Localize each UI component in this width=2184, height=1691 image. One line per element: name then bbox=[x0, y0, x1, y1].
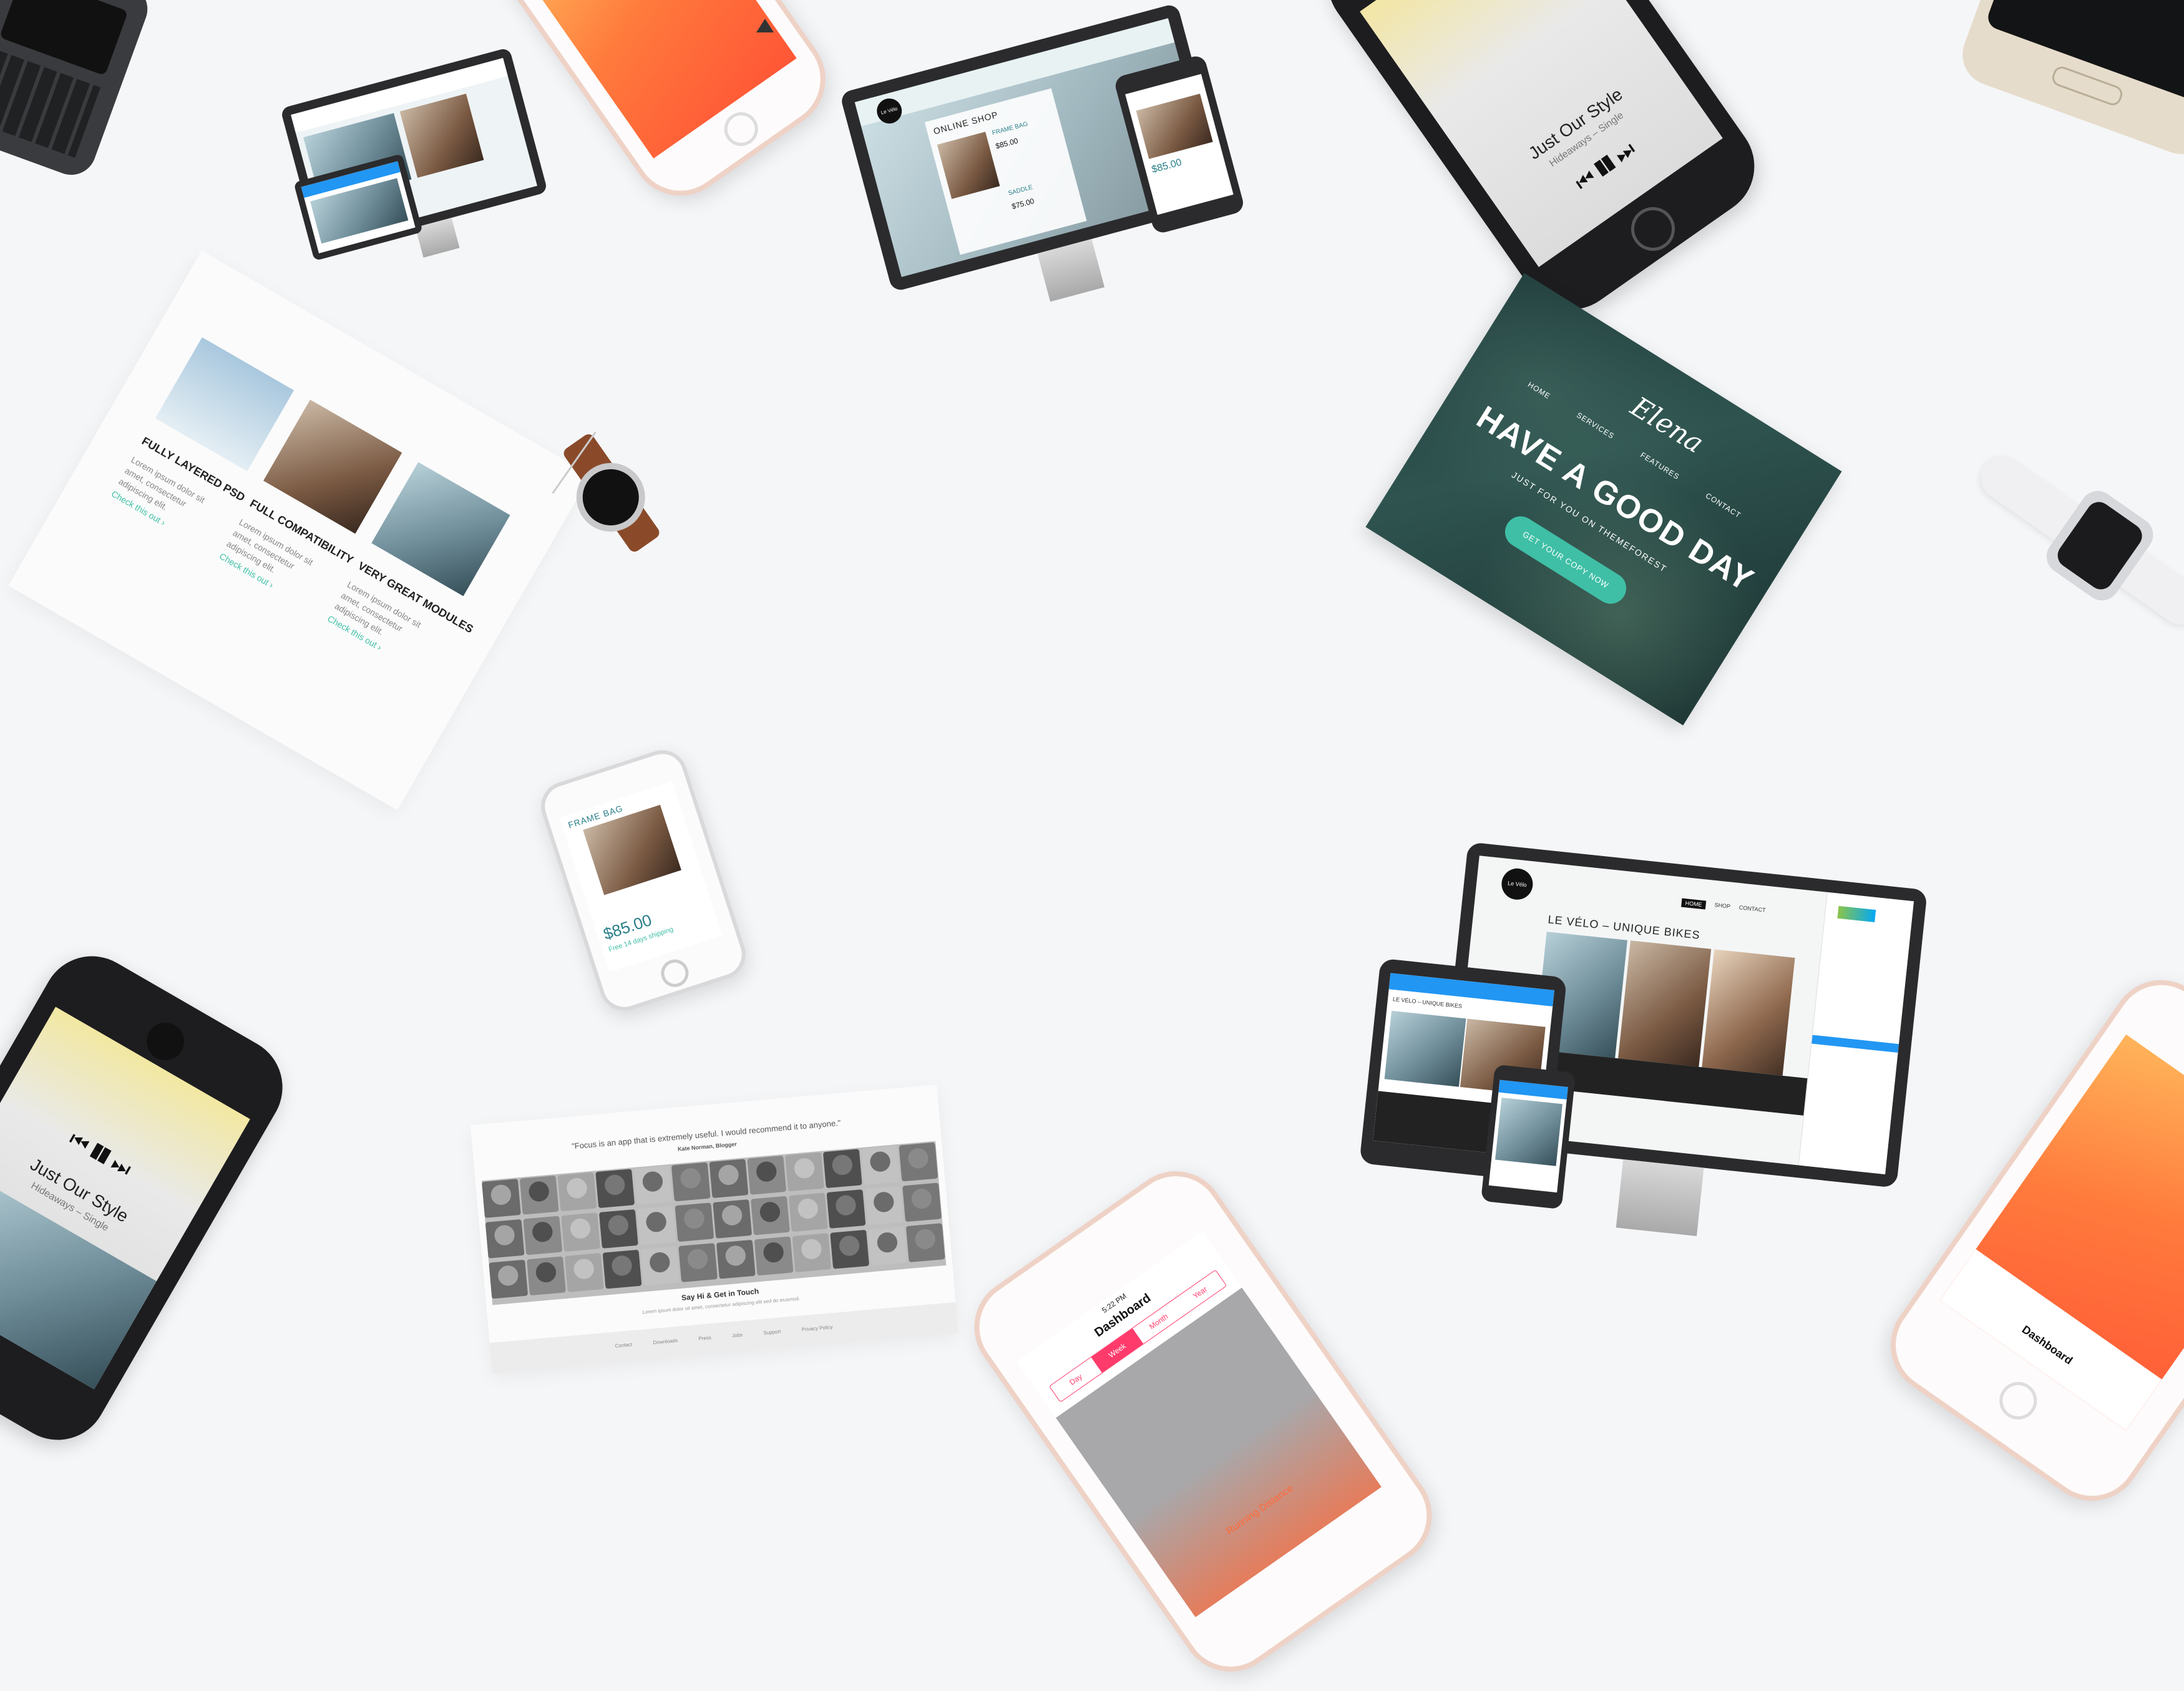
avatar-photo bbox=[754, 1236, 794, 1276]
product-name-2: SADDLE bbox=[1007, 183, 1034, 197]
fitness-phone-right: Dashboard bbox=[1871, 960, 2184, 1521]
avatar-photo bbox=[826, 1189, 866, 1229]
avatar-photo bbox=[561, 1212, 601, 1252]
levelo-logo: Le Vélo bbox=[1499, 867, 1534, 902]
avatar-photo bbox=[671, 1162, 711, 1202]
avatar-photo bbox=[636, 1206, 676, 1245]
avatar-photo bbox=[602, 1249, 642, 1289]
avatar-photo bbox=[485, 1219, 525, 1259]
nav-contact[interactable]: CONTACT bbox=[1704, 491, 1743, 520]
fitness-phone-bottom: 5:22 PM Dashboard Day Week Month Year Ru… bbox=[955, 1151, 1451, 1691]
product-price-2: $75.00 bbox=[1010, 197, 1035, 212]
avatar-photo bbox=[867, 1226, 907, 1266]
avatar-photo bbox=[905, 1223, 945, 1263]
monitor-online-shop: Le Vélo ONLINE SHOP FRAME BAG $85.00 SAD… bbox=[839, 2, 1246, 347]
product-price: $85.00 bbox=[994, 136, 1020, 151]
avatar-photo bbox=[633, 1165, 673, 1205]
avatar-photo bbox=[785, 1152, 824, 1192]
avatar-photo bbox=[557, 1172, 597, 1212]
hero-cta-button[interactable]: GET YOUR COPY NOW bbox=[1499, 510, 1632, 610]
avatar-photo bbox=[713, 1199, 753, 1239]
monitor-levelo: Le Vélo HOME SHOP CONTACT LE VÉLO – UNIQ… bbox=[1355, 834, 1928, 1263]
levelo-nav-home[interactable]: HOME bbox=[1681, 898, 1707, 910]
avatar-photo bbox=[747, 1155, 787, 1195]
small-triangle-icon bbox=[756, 19, 774, 32]
avatar-photo bbox=[902, 1182, 942, 1222]
product-name: FRAME BAG bbox=[991, 120, 1029, 137]
phone-product: FRAME BAG $85.00 Free 14 days shipping bbox=[534, 743, 753, 1018]
nav-home[interactable]: HOME bbox=[1526, 380, 1552, 401]
features-card: FULLY LAYERED PSD Lorem ipsum dolor sit … bbox=[8, 250, 591, 811]
gold-phone bbox=[1954, 0, 2184, 163]
monitor-small bbox=[280, 47, 556, 283]
avatar-photo bbox=[595, 1169, 635, 1209]
avatar-photo bbox=[489, 1259, 529, 1299]
feature-body-3: Lorem ipsum dolor sit amet, consectetur … bbox=[333, 579, 423, 637]
levelo-nav-contact[interactable]: CONTACT bbox=[1738, 904, 1766, 915]
nav-features[interactable]: FEATURES bbox=[1639, 451, 1681, 482]
music-phone-top: Just Our Style Hideaways – Single ⏮ ❚❚ ⏭ bbox=[1309, 0, 1774, 329]
footer-link-press[interactable]: Press bbox=[698, 1335, 711, 1342]
avatar-photo bbox=[860, 1146, 900, 1185]
levelo-nav-shop[interactable]: SHOP bbox=[1714, 902, 1730, 912]
avatar-photo bbox=[830, 1229, 870, 1269]
avatar-photo bbox=[751, 1196, 790, 1235]
feature-body-1: Lorem ipsum dolor sit amet, consectetur … bbox=[117, 454, 207, 512]
avatar-photo bbox=[598, 1209, 638, 1249]
avatar-photo bbox=[716, 1239, 756, 1279]
avatar-photo bbox=[822, 1149, 862, 1189]
avatar-photo bbox=[481, 1179, 521, 1219]
avatar-photo bbox=[675, 1202, 714, 1242]
right-dashboard-title: Dashboard bbox=[2019, 1323, 2075, 1367]
avatar-photo bbox=[519, 1175, 559, 1215]
watch-icon bbox=[525, 406, 699, 580]
avatar-photo bbox=[792, 1233, 832, 1272]
avatar-photo bbox=[864, 1186, 904, 1226]
testimonial-card: "Focus is an app that is extremely usefu… bbox=[470, 1084, 959, 1374]
avatar-photo bbox=[640, 1246, 680, 1286]
smartwatch-icon bbox=[1944, 411, 2184, 674]
avatar-photo bbox=[527, 1256, 566, 1296]
levelo-nav: HOME SHOP CONTACT bbox=[1681, 898, 1766, 916]
avatar-photo bbox=[709, 1159, 749, 1199]
tablet-headline: LE VÉLO – UNIQUE BIKES bbox=[1392, 996, 1463, 1010]
footer-link-jobs[interactable]: Jobs bbox=[732, 1332, 743, 1338]
feature-body-2: Lorem ipsum dolor sit amet, consectetur … bbox=[225, 517, 315, 575]
nav-services[interactable]: SERVICES bbox=[1575, 411, 1616, 441]
avatar-photo bbox=[523, 1216, 563, 1255]
feature-phone bbox=[0, 0, 155, 182]
avatar-photo bbox=[678, 1243, 718, 1282]
music-phone-bottom: ⏮ ❚❚ ⏭ Just Our Style Hideaways – Single bbox=[0, 938, 301, 1458]
hero-card: Elena HOME SERVICES FEATURES CONTACT HAV… bbox=[1365, 273, 1842, 726]
avatar-photo bbox=[788, 1192, 828, 1232]
avatar-photo bbox=[899, 1142, 938, 1182]
avatar-photo bbox=[564, 1253, 604, 1292]
